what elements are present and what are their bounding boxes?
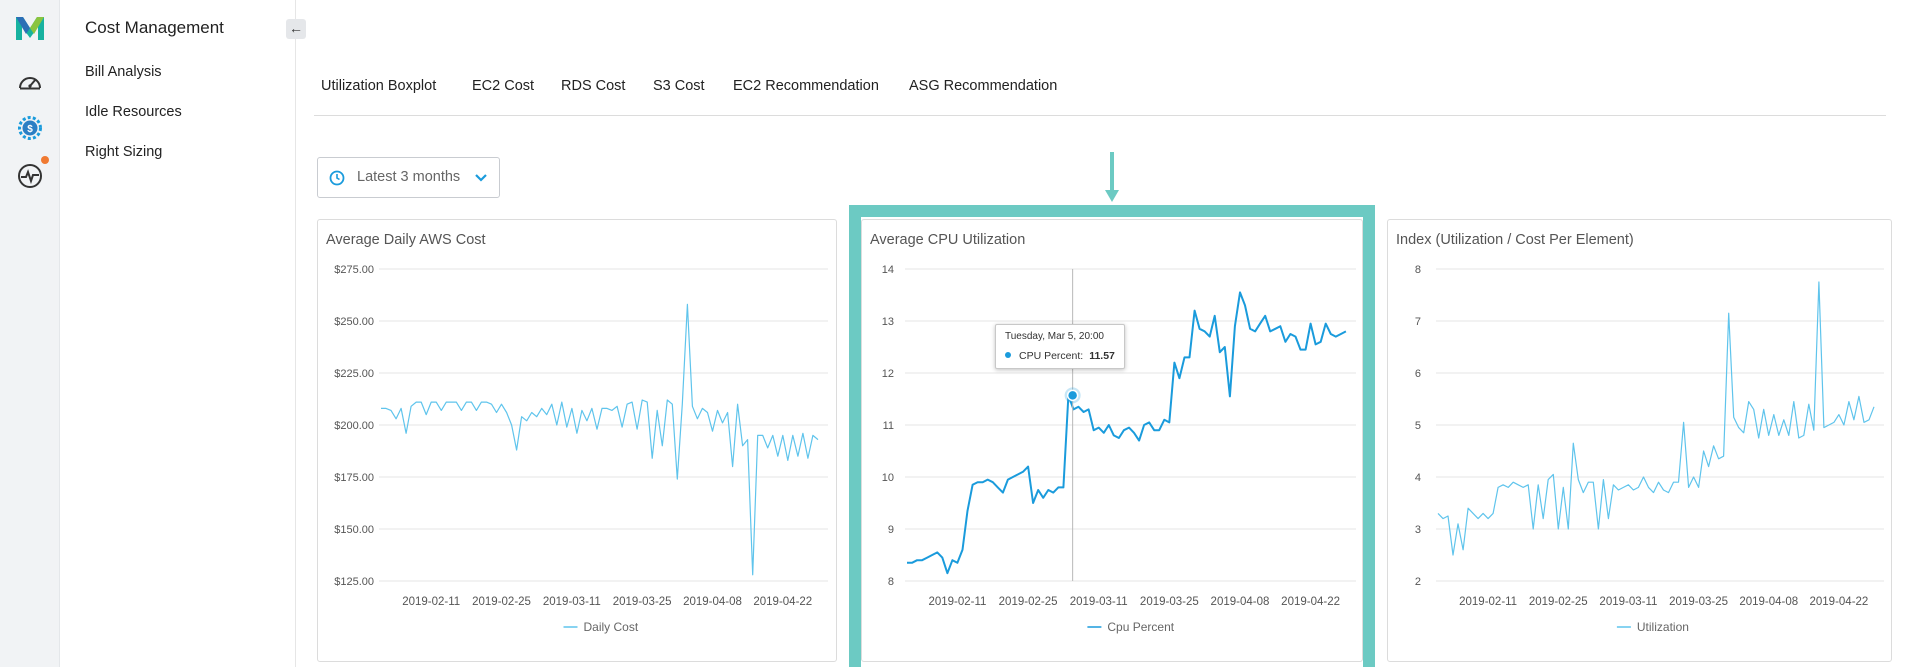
section-title: Cost Management xyxy=(85,18,224,37)
annotation-arrow-icon xyxy=(1105,152,1119,202)
cost-gear-dollar-icon[interactable]: $ xyxy=(16,114,44,142)
y-tick-label: $175.00 xyxy=(334,472,374,484)
y-tick-label: 7 xyxy=(1415,316,1421,328)
y-tick-label: 2 xyxy=(1415,576,1421,588)
chart-panel-utilization-index: Index (Utilization / Cost Per Element) 8… xyxy=(1387,219,1892,662)
svg-text:$: $ xyxy=(27,124,33,135)
y-tick-label: $125.00 xyxy=(334,576,374,588)
y-tick-label: $225.00 xyxy=(334,368,374,380)
activity-pulse-icon[interactable] xyxy=(16,162,44,190)
y-tick-label: $150.00 xyxy=(334,524,374,536)
y-tick-label: 8 xyxy=(1415,264,1421,276)
tab-utilization-boxplot[interactable]: Utilization Boxplot xyxy=(321,78,436,94)
chevron-down-icon xyxy=(475,174,487,182)
x-tick-label: 2019-03-11 xyxy=(543,596,601,608)
collapse-sidebar-button[interactable]: ← xyxy=(286,19,306,39)
x-tick-label: 2019-03-25 xyxy=(1669,596,1728,608)
app-logo[interactable] xyxy=(13,13,47,43)
y-tick-label: $275.00 xyxy=(334,264,374,276)
x-tick-label: 2019-02-25 xyxy=(1529,596,1588,608)
chart-panel-daily-cost: Average Daily AWS Cost $275.00 $250.00 $22… xyxy=(317,219,837,662)
highlight-frame xyxy=(849,205,1375,667)
section-sidebar: Cost Management ← Bill Analysis Idle Res… xyxy=(60,0,306,667)
sidebar-item-right-sizing[interactable]: Right Sizing xyxy=(85,144,162,160)
series-line xyxy=(1437,281,1875,556)
x-tick-label: 2019-04-22 xyxy=(1809,596,1868,608)
date-range-label: Latest 3 months xyxy=(357,169,461,185)
tab-asg-recommendation[interactable]: ASG Recommendation xyxy=(909,78,1057,94)
x-tick-label: 2019-02-25 xyxy=(472,596,531,608)
notification-dot xyxy=(41,156,49,164)
tab-ec2-recommendation[interactable]: EC2 Recommendation xyxy=(733,78,879,94)
legend-label: Daily Cost xyxy=(584,620,639,634)
x-tick-label: 2019-02-11 xyxy=(402,596,460,608)
dashboard-gauge-icon[interactable] xyxy=(16,68,44,96)
clock-icon xyxy=(329,170,345,186)
x-tick-label: 2019-03-11 xyxy=(1599,596,1657,608)
tab-bar: Utilization Boxplot EC2 Cost RDS Cost S3… xyxy=(314,64,1886,116)
sidebar-item-bill-analysis[interactable]: Bill Analysis xyxy=(85,64,162,80)
x-tick-label: 2019-04-08 xyxy=(1739,596,1798,608)
y-tick-label: 5 xyxy=(1415,420,1421,432)
tab-ec2-cost[interactable]: EC2 Cost xyxy=(472,78,534,94)
y-tick-label: 3 xyxy=(1415,524,1421,536)
tab-s3-cost[interactable]: S3 Cost xyxy=(653,78,705,94)
y-tick-label: 4 xyxy=(1415,472,1421,484)
date-range-select[interactable]: Latest 3 months xyxy=(317,157,500,198)
x-tick-label: 2019-04-22 xyxy=(753,596,812,608)
legend-label: Utilization xyxy=(1637,620,1689,634)
series-line xyxy=(381,303,819,576)
y-tick-label: $250.00 xyxy=(334,316,374,328)
x-tick-label: 2019-02-11 xyxy=(1459,596,1517,608)
daily-cost-chart: $275.00 $250.00 $225.00 $200.00 $175.00 $150.… xyxy=(334,264,828,634)
x-tick-label: 2019-03-25 xyxy=(613,596,672,608)
sidebar-item-idle-resources[interactable]: Idle Resources xyxy=(85,104,182,120)
tab-rds-cost[interactable]: RDS Cost xyxy=(561,78,625,94)
y-tick-label: 6 xyxy=(1415,368,1421,380)
utilization-index-chart: 8 7 6 5 4 3 2 2019-02-11 2019-02-25 2019-03-11 201… xyxy=(1415,264,1884,634)
y-tick-label: $200.00 xyxy=(334,420,374,432)
icon-rail: $ xyxy=(0,0,60,667)
x-tick-label: 2019-04-08 xyxy=(683,596,742,608)
